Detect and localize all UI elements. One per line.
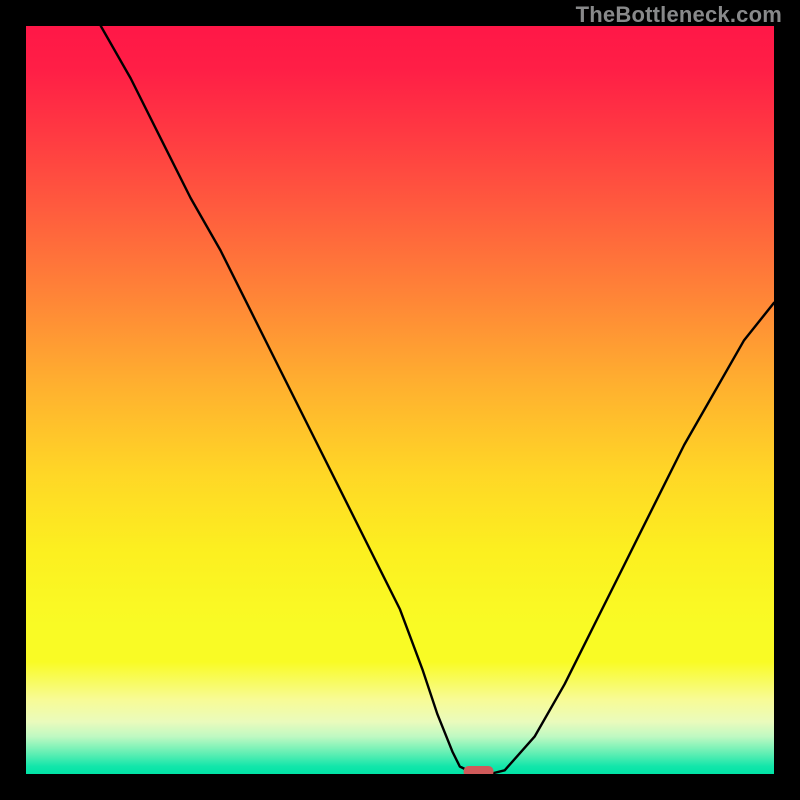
- watermark: TheBottleneck.com: [576, 2, 782, 28]
- plot-area: [26, 26, 774, 774]
- bottleneck-curve: [26, 26, 774, 774]
- chart-frame: TheBottleneck.com: [0, 0, 800, 800]
- optimum-marker: [464, 766, 494, 774]
